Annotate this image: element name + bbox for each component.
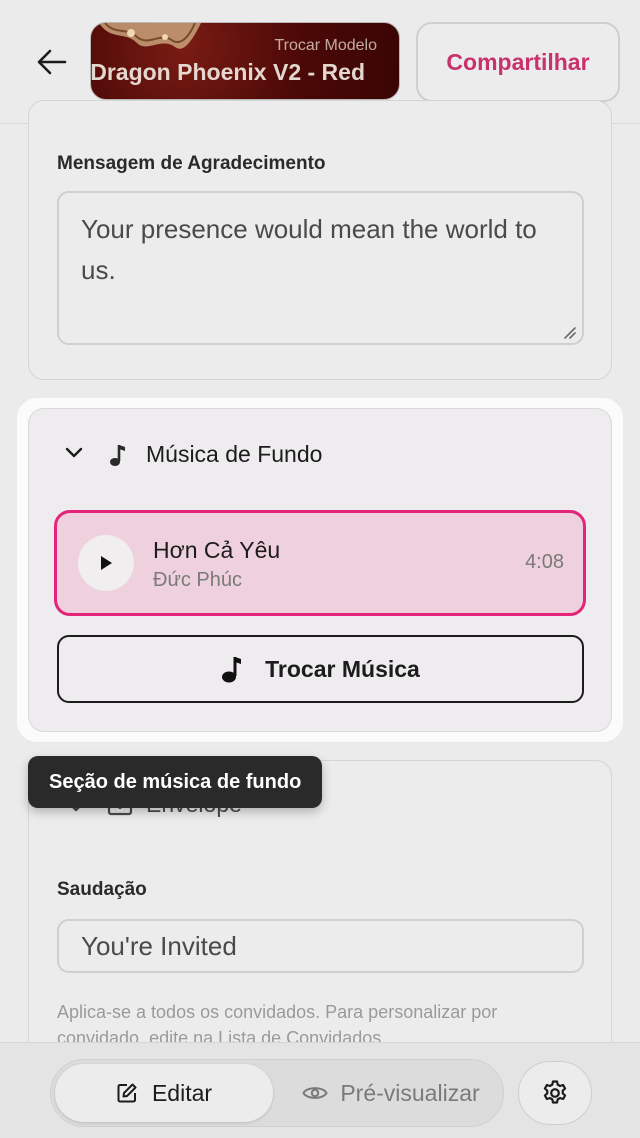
greeting-input[interactable]: You're Invited: [57, 919, 584, 973]
eye-icon: [302, 1087, 328, 1099]
gear-icon: [543, 1080, 567, 1104]
settings-button[interactable]: [518, 1061, 592, 1125]
share-button[interactable]: Compartilhar: [416, 22, 620, 102]
envelope-card: Envelope Saudação You're Invited Aplica-…: [28, 760, 612, 1090]
music-note-icon: [110, 445, 125, 466]
section-tooltip: Seção de música de fundo: [28, 756, 323, 808]
template-swap-label: Trocar Modelo: [274, 37, 377, 54]
preview-tab[interactable]: Pré-visualizar: [285, 1064, 497, 1122]
edit-icon: [117, 1083, 137, 1103]
template-selector[interactable]: Trocar Modelo Dragon Phoenix V2 - Red: [90, 22, 400, 100]
preview-label: Pré-visualizar: [340, 1079, 480, 1106]
back-arrow-icon: [37, 49, 67, 75]
bottom-bar: Editar Pré-visualizar: [0, 1042, 640, 1138]
thanks-textarea[interactable]: Your presence would mean the world to us…: [57, 191, 584, 345]
play-button[interactable]: [78, 535, 134, 591]
chevron-down-icon[interactable]: [65, 447, 83, 459]
track-artist: Đức Phúc: [153, 569, 242, 591]
swap-music-button[interactable]: Trocar Música: [57, 635, 584, 703]
swap-music-label: Trocar Música: [265, 655, 420, 682]
mode-toggle: Editar Pré-visualizar: [50, 1059, 504, 1127]
thanks-label: Mensagem de Agradecimento: [57, 153, 326, 174]
music-section-title: Música de Fundo: [146, 441, 323, 467]
track-duration: 4:08: [525, 551, 564, 573]
template-name: Dragon Phoenix V2 - Red: [91, 59, 365, 85]
play-icon: [101, 556, 112, 570]
edit-label: Editar: [151, 1079, 213, 1106]
thanks-card: Mensagem de Agradecimento Your presence …: [28, 100, 612, 380]
music-note-icon: [222, 657, 242, 683]
selected-track[interactable]: Hơn Cả Yêu Đức Phúc 4:08: [54, 510, 586, 616]
music-section-card: Música de Fundo Hơn Cả Yêu Đức Phúc 4:08…: [28, 408, 612, 732]
back-button[interactable]: [30, 42, 74, 82]
resize-grip-icon[interactable]: [562, 325, 576, 339]
thanks-text: Your presence would mean the world to us…: [81, 214, 537, 285]
greeting-label: Saudação: [57, 879, 147, 900]
edit-tab[interactable]: Editar: [55, 1064, 273, 1122]
track-title: Hơn Cả Yêu: [153, 537, 281, 563]
